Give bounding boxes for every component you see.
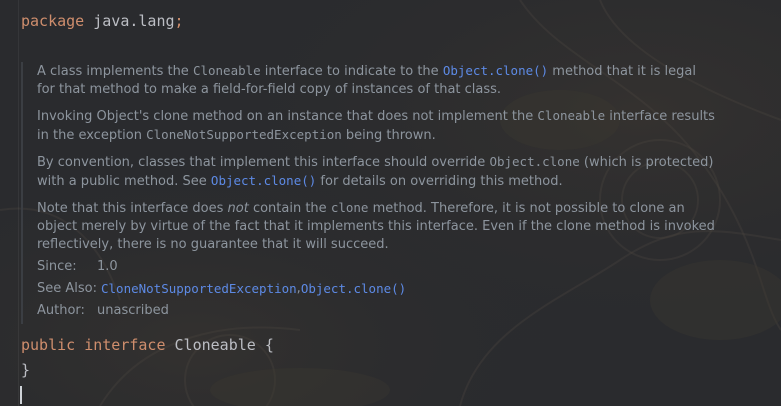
doc-paragraph-4: Note that this interface does not contai… <box>37 199 717 254</box>
see-also-link-exception[interactable]: CloneNotSupportedException <box>101 280 297 298</box>
close-brace: } <box>21 361 31 379</box>
code-editor[interactable]: package java.lang; A class implements th… <box>0 0 781 406</box>
doc-paragraph-1: A class implements the Cloneable interfa… <box>37 62 717 99</box>
doc-code: Cloneable <box>192 63 261 78</box>
doc-link-object-clone[interactable]: Object.clone() <box>443 63 548 78</box>
doc-text: Note that this interface does <box>37 201 228 216</box>
package-keyword: package <box>21 12 85 30</box>
doc-paragraph-2: Invoking Object's clone method on an ins… <box>37 107 717 145</box>
doc-paragraph-3: By convention, classes that implement th… <box>37 153 717 191</box>
text-caret <box>20 386 22 404</box>
since-label: Since: <box>37 259 77 274</box>
doc-code: Cloneable <box>537 108 606 123</box>
open-brace: { <box>264 336 274 354</box>
doc-tag-since: Since: 1.0 <box>37 258 717 276</box>
package-semicolon: ; <box>174 12 184 30</box>
doc-text: Invoking Object's clone method on an ins… <box>37 109 538 124</box>
see-also-link-object-clone[interactable]: Object.clone() <box>301 280 406 298</box>
see-also-label: See Also: <box>37 281 97 296</box>
doc-text: being thrown. <box>341 128 436 143</box>
interface-name: Cloneable <box>174 336 256 354</box>
closing-brace-line[interactable]: } <box>21 360 30 380</box>
doc-code: Object.clone <box>489 154 580 169</box>
doc-text: interface to indicate to the <box>260 64 443 79</box>
indent-guide <box>18 0 19 406</box>
doc-tag-author: Author: unascribed <box>37 302 717 320</box>
doc-text: for details on overriding this method. <box>316 174 563 189</box>
interface-keyword: interface <box>84 336 166 354</box>
author-value: unascribed <box>97 303 169 318</box>
author-label: Author: <box>37 303 85 318</box>
since-value: 1.0 <box>97 259 118 274</box>
public-keyword: public <box>21 336 76 354</box>
doc-text: A class implements the <box>37 64 193 79</box>
doc-text: By convention, classes that implement th… <box>37 155 490 170</box>
doc-code: CloneNotSupportedException <box>146 127 342 142</box>
package-declaration[interactable]: package java.lang; <box>21 11 184 31</box>
doc-emphasis: not <box>227 201 249 216</box>
interface-declaration[interactable]: public interface Cloneable { <box>21 335 274 355</box>
doc-code: clone <box>330 200 369 215</box>
javadoc-rendered-block: A class implements the Cloneable interfa… <box>21 62 717 324</box>
package-name: java.lang <box>93 12 175 30</box>
doc-tag-see-also: See Also: CloneNotSupportedException, Ob… <box>37 280 717 298</box>
doc-link-object-clone[interactable]: Object.clone() <box>211 173 316 188</box>
doc-text: contain the <box>248 201 331 216</box>
